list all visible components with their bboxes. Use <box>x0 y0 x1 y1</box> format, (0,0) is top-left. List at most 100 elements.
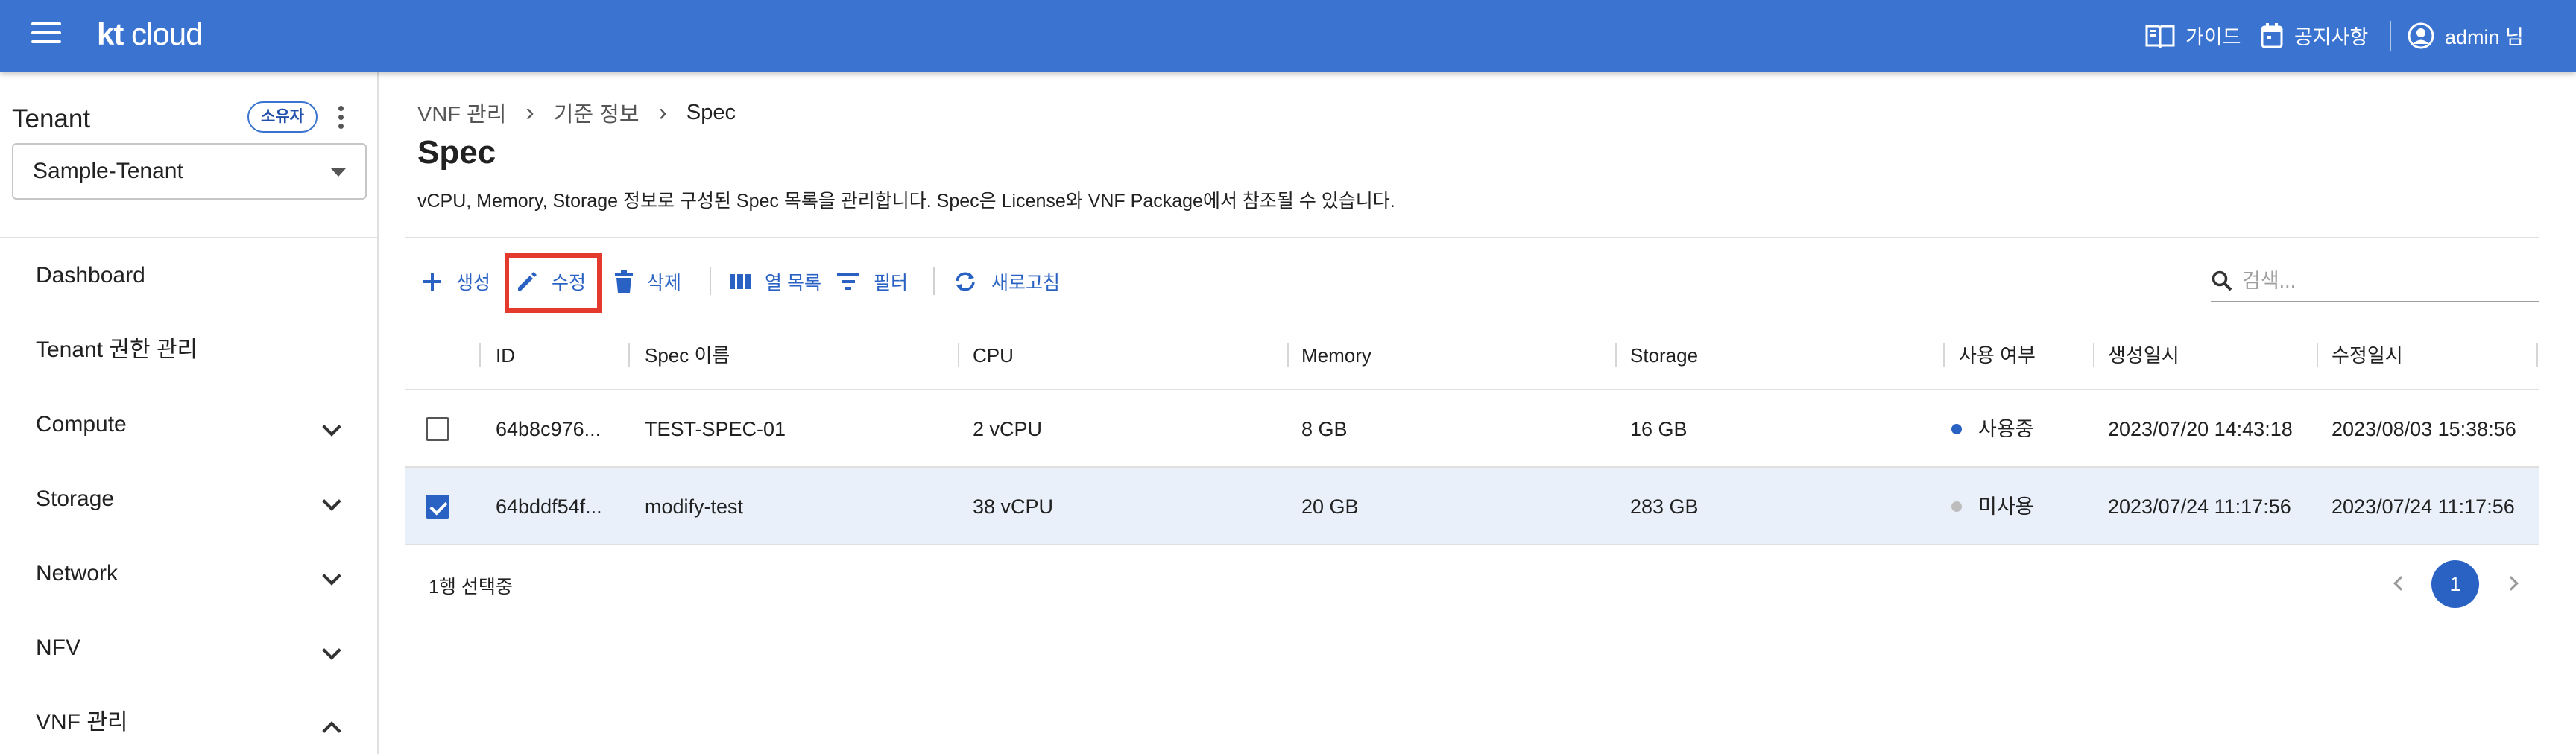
delete-label: 삭제 <box>647 273 682 294</box>
sidebar-item-label: Compute <box>36 412 127 437</box>
calendar-icon <box>2261 22 2283 48</box>
kt-cloud-logo[interactable]: kt cloud <box>97 16 203 52</box>
guide-label: 가이드 <box>2185 26 2241 48</box>
refresh-icon <box>956 272 975 291</box>
edit-button-highlight <box>505 253 602 313</box>
user-label: admin 님 <box>2445 26 2524 48</box>
column-header-usage[interactable]: 사용 여부 <box>1959 320 2036 390</box>
sidebar: Tenant 소유자 Sample-Tenant Dashboard Tenan… <box>0 72 379 754</box>
page-title: Spec <box>417 134 496 171</box>
app-bar: kt cloud 가이드 공지사항 admin 님 <box>0 0 2576 72</box>
cell-id: 64bddf54f... <box>496 495 602 518</box>
menu-icon[interactable] <box>31 22 61 49</box>
page-button-current[interactable]: 1 <box>2431 560 2479 608</box>
sidebar-divider <box>0 237 377 238</box>
breadcrumb-current: Spec <box>686 100 736 124</box>
usage-label: 미사용 <box>1978 495 2034 518</box>
sidebar-item-nfv[interactable]: NFV <box>0 618 377 678</box>
refresh-label: 새로고침 <box>991 273 1061 294</box>
dropdown-arrow-icon <box>331 168 346 177</box>
chevron-down-icon <box>322 417 341 437</box>
cell-cpu: 2 vCPU <box>973 418 1043 440</box>
sidebar-item-label: NFV <box>36 636 80 660</box>
breadcrumb-vnf-management[interactable]: VNF 관리 <box>417 97 506 128</box>
spec-table: ID Spec 이름 CPU Memory Storage 사용 여부 생성일시… <box>405 320 2539 545</box>
filter-button[interactable]: 필터 <box>836 265 908 298</box>
user-menu[interactable]: admin 님 <box>2408 21 2524 50</box>
column-header-storage[interactable]: Storage <box>1630 320 1698 390</box>
sidebar-item-label: Storage <box>36 487 115 511</box>
notice-label: 공지사항 <box>2294 26 2369 48</box>
book-icon <box>2145 25 2175 48</box>
chevron-down-icon <box>322 492 341 511</box>
chevron-down-icon <box>322 566 341 586</box>
tenant-title: Tenant <box>12 104 91 133</box>
usage-label: 사용중 <box>1978 418 2034 440</box>
column-header-spec-name[interactable]: Spec 이름 <box>645 320 730 390</box>
search-input[interactable] <box>2242 269 2525 293</box>
sidebar-item-vnf-management[interactable]: VNF 관리 <box>0 693 377 753</box>
more-vert-icon[interactable] <box>334 106 347 133</box>
toolbar-divider <box>710 267 711 295</box>
sidebar-item-label: Dashboard <box>36 263 145 288</box>
sidebar-item-label: VNF 관리 <box>36 710 128 735</box>
cell-created: 2023/07/24 11:17:56 <box>2108 495 2291 518</box>
breadcrumb: VNF 관리 › 기준 정보 › Spec <box>417 97 736 128</box>
cell-usage: 사용중 <box>1951 390 2034 468</box>
create-button[interactable]: 생성 <box>422 265 490 298</box>
filter-icon <box>837 273 859 290</box>
columns-button[interactable]: 열 목록 <box>729 265 821 298</box>
row-checkbox[interactable] <box>426 495 449 519</box>
cell-cpu: 38 vCPU <box>973 495 1054 518</box>
delete-button[interactable]: 삭제 <box>614 265 681 298</box>
chevron-down-icon <box>322 641 341 660</box>
cell-id: 64b8c976... <box>496 418 602 440</box>
chevron-right-icon: › <box>525 98 534 127</box>
cell-spec-name: TEST-SPEC-01 <box>645 418 786 440</box>
create-label: 생성 <box>456 273 491 294</box>
sidebar-item-network[interactable]: Network <box>0 544 377 603</box>
refresh-button[interactable]: 새로고침 <box>953 265 1060 298</box>
cell-memory: 8 GB <box>1301 418 1348 440</box>
owner-chip: 소유자 <box>247 101 318 133</box>
sidebar-item-tenant-permission[interactable]: Tenant 권한 관리 <box>0 320 377 380</box>
view-column-icon <box>730 274 751 289</box>
column-header-cpu[interactable]: CPU <box>973 320 1014 390</box>
breadcrumb-reference-info[interactable]: 기준 정보 <box>554 97 640 128</box>
status-dot <box>1951 501 1962 512</box>
sidebar-item-dashboard[interactable]: Dashboard <box>0 246 377 305</box>
column-header-created[interactable]: 생성일시 <box>2108 320 2179 390</box>
filter-label: 필터 <box>874 273 909 294</box>
trash-icon <box>615 270 633 293</box>
guide-link[interactable]: 가이드 <box>2145 21 2241 50</box>
search-box <box>2211 261 2539 302</box>
column-header-modified[interactable]: 수정일시 <box>2332 320 2403 390</box>
columns-label: 열 목록 <box>765 273 821 294</box>
cell-memory: 20 GB <box>1301 495 1359 518</box>
sidebar-item-compute[interactable]: Compute <box>0 395 377 454</box>
cell-storage: 16 GB <box>1630 418 1688 440</box>
selection-count: 1행 선택중 <box>429 577 513 598</box>
sidebar-item-label: Network <box>36 561 119 586</box>
column-header-memory[interactable]: Memory <box>1301 320 1371 390</box>
cell-storage: 283 GB <box>1630 495 1699 518</box>
column-header-id[interactable]: ID <box>496 320 515 390</box>
account-circle-icon <box>2408 22 2434 48</box>
sidebar-item-storage[interactable]: Storage <box>0 469 377 529</box>
sidebar-item-label: Tenant 권한 관리 <box>36 338 198 362</box>
chevron-right-icon[interactable] <box>2504 576 2519 591</box>
chevron-up-icon <box>322 721 341 741</box>
table-row[interactable]: 64bddf54f... modify-test 38 vCPU 20 GB 2… <box>405 468 2539 545</box>
header-divider <box>405 237 2539 238</box>
cell-usage: 미사용 <box>1951 468 2034 545</box>
cell-created: 2023/07/20 14:43:18 <box>2108 418 2293 440</box>
table-header: ID Spec 이름 CPU Memory Storage 사용 여부 생성일시… <box>405 320 2539 390</box>
tenant-select[interactable]: Sample-Tenant <box>12 143 367 200</box>
chevron-right-icon: › <box>658 98 667 127</box>
search-icon <box>2212 270 2232 291</box>
cell-modified: 2023/08/03 15:38:56 <box>2332 418 2516 440</box>
table-row[interactable]: 64b8c976... TEST-SPEC-01 2 vCPU 8 GB 16 … <box>405 390 2539 468</box>
row-checkbox[interactable] <box>426 417 449 441</box>
chevron-left-icon[interactable] <box>2393 576 2408 591</box>
notice-link[interactable]: 공지사항 <box>2260 21 2368 50</box>
